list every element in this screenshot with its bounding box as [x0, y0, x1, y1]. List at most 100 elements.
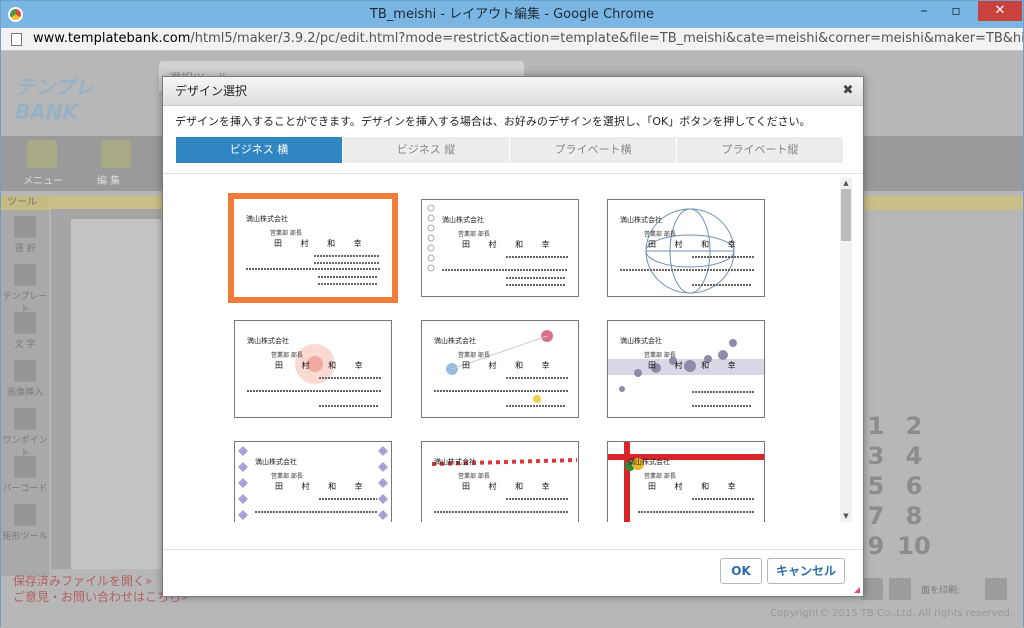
menu-label[interactable]: メニュー — [23, 172, 63, 187]
page-number[interactable]: 4 — [893, 441, 935, 471]
tab-business-horizontal[interactable]: ビジネス 横 — [176, 137, 342, 163]
browser-window: TB_meishi - レイアウト編集 - Google Chrome – ▫ … — [0, 0, 1024, 628]
card-text-line — [506, 405, 566, 407]
design-card-plain[interactable]: 満山株式会社 営業部 部長 田 村 和 幸 — [228, 193, 398, 303]
design-tabs: ビジネス 横 ビジネス 縦 プライベート横 プライベート縦 — [176, 137, 843, 163]
card-company: 満山株式会社 — [255, 458, 297, 466]
card-title: 営業部 部長 — [458, 352, 490, 359]
scroll-up-icon[interactable]: ▲ — [840, 177, 852, 189]
tool-rect[interactable]: 矩形ツール — [1, 498, 49, 546]
card-name: 田 村 和 幸 — [275, 361, 371, 370]
card-text-line — [442, 269, 568, 271]
card-company: 満山株式会社 — [434, 458, 476, 466]
page-number[interactable]: 10 — [893, 531, 935, 561]
copyright-text: Copyright© 2015 TB Co.,Ltd. All rights r… — [770, 608, 1013, 619]
tool-label: 矩形ツール — [2, 532, 48, 542]
tool-label: 選 択 — [14, 244, 36, 254]
tool-column: ツール 選 択 テンプレート 文 字 画像挿入 ワンポイント バーコード 矩形ツ… — [1, 196, 49, 576]
text-icon — [14, 312, 36, 334]
scroll-down-icon[interactable]: ▼ — [840, 510, 852, 522]
preview-icon[interactable] — [985, 578, 1007, 600]
card-company: 満山株式会社 — [247, 337, 289, 345]
page-number-grid: 1 2 3 4 5 6 7 8 9 10 — [861, 411, 941, 561]
card-name: 田 村 和 幸 — [648, 240, 744, 249]
dialog-header: デザイン選択 ✖ — [163, 77, 863, 106]
tool-image[interactable]: 画像挿入 — [1, 354, 49, 402]
tool-label: バーコード — [2, 484, 48, 494]
cancel-button[interactable]: キャンセル — [767, 558, 845, 584]
design-select-dialog: デザイン選択 ✖ デザインを挿入することができます。デザインを挿入する場合は、お… — [162, 76, 864, 597]
last-page-icon[interactable] — [889, 578, 911, 600]
card-text-line — [692, 391, 754, 393]
window-title: TB_meishi - レイアウト編集 - Google Chrome — [369, 7, 655, 22]
card-company: 満山株式会社 — [246, 215, 288, 223]
card-text-line — [318, 276, 378, 278]
tool-onepoint[interactable]: ワンポイント — [1, 402, 49, 459]
card-text-line — [692, 284, 752, 286]
url-path: /html5/maker/3.9.2/pc/edit.html?mode=res… — [190, 31, 1023, 46]
tool-label: 画像挿入 — [6, 388, 43, 398]
card-name: 田 村 和 幸 — [462, 482, 558, 491]
canvas-paper — [71, 219, 161, 569]
tool-template[interactable]: テンプレート — [1, 258, 49, 315]
rectangle-icon — [14, 504, 36, 526]
canvas-area — [51, 209, 161, 569]
tools-header: ツール — [1, 196, 49, 210]
card-text-line — [638, 511, 754, 513]
card-title: 営業部 部長 — [644, 352, 676, 359]
close-icon[interactable]: ✖ — [841, 84, 855, 98]
card-title: 営業部 部長 — [644, 473, 676, 480]
card-company: 満山株式会社 — [442, 216, 484, 224]
tool-barcode[interactable]: バーコード — [1, 450, 49, 498]
edit-icon[interactable] — [101, 140, 131, 168]
next-page-icon[interactable] — [861, 578, 883, 600]
close-window-button[interactable]: ✕ — [978, 1, 1022, 21]
card-name: 田 村 和 幸 — [274, 239, 370, 248]
tool-select[interactable]: 選 択 — [1, 210, 49, 258]
card-title: 営業部 部長 — [270, 230, 302, 237]
card-company: 満山株式会社 — [434, 337, 476, 345]
design-card-ribbon[interactable]: 満山株式会社 営業部 部長 田 村 和 幸 — [607, 441, 765, 522]
design-card-globe[interactable]: 満山株式会社 営業部 部長 田 村 和 幸 — [607, 199, 765, 297]
scroll-thumb[interactable] — [841, 189, 851, 241]
dialog-title: デザイン選択 — [175, 84, 248, 98]
ok-button[interactable]: OK — [720, 558, 762, 584]
card-title: 営業部 部長 — [458, 473, 490, 480]
design-card-dots[interactable]: 満山株式会社 営業部 部長 田 村 和 幸 — [421, 320, 579, 418]
tool-label: 文 字 — [14, 340, 36, 350]
tab-business-vertical[interactable]: ビジネス 縦 — [343, 137, 509, 163]
card-title: 営業部 部長 — [458, 231, 490, 238]
design-card-circles[interactable]: 満山株式会社 営業部 部長 田 村 和 幸 — [421, 199, 579, 297]
tab-private-horizontal[interactable]: プライベート横 — [510, 137, 676, 163]
design-card-redline[interactable]: 満山株式会社 営業部 部長 田 村 和 幸 — [421, 441, 579, 522]
tool-text[interactable]: 文 字 — [1, 306, 49, 354]
card-text-line — [319, 377, 381, 379]
page-number[interactable]: 6 — [893, 471, 935, 501]
card-name: 田 村 和 幸 — [275, 482, 371, 491]
design-card-diamonds[interactable]: 満山株式会社 営業部 部長 田 村 和 幸 — [234, 441, 392, 522]
tab-private-vertical[interactable]: プライベート縦 — [677, 137, 843, 163]
card-company: 満山株式会社 — [628, 458, 670, 466]
image-icon — [14, 360, 36, 382]
chrome-icon — [8, 7, 23, 22]
card-text-line — [692, 405, 752, 407]
card-text-line — [247, 390, 381, 392]
address-bar[interactable]: www.templatebank.com/html5/maker/3.9.2/p… — [1, 28, 1023, 51]
card-text-line — [692, 498, 754, 500]
card-company: 満山株式会社 — [620, 337, 662, 345]
page-number[interactable]: 2 — [893, 411, 935, 441]
card-name: 田 村 和 幸 — [648, 482, 744, 491]
vertical-scrollbar[interactable]: ▲ ▼ — [840, 177, 852, 522]
design-card-bubbles[interactable]: 満山株式会社 営業部 部長 田 村 和 幸 — [607, 320, 765, 418]
card-text-line — [506, 377, 568, 379]
card-text-line — [620, 269, 754, 271]
design-card-flower[interactable]: 満山株式会社 営業部 部長 田 村 和 幸 — [234, 320, 392, 418]
edit-label[interactable]: 編 集 — [97, 172, 120, 187]
page-number[interactable]: 8 — [893, 501, 935, 531]
divider — [163, 549, 863, 550]
maximize-icon[interactable]: ▫ — [941, 1, 971, 23]
resize-handle[interactable] — [854, 587, 860, 593]
minimize-icon[interactable]: – — [909, 1, 939, 23]
menu-icon[interactable] — [27, 140, 57, 168]
card-text-line — [506, 277, 566, 279]
